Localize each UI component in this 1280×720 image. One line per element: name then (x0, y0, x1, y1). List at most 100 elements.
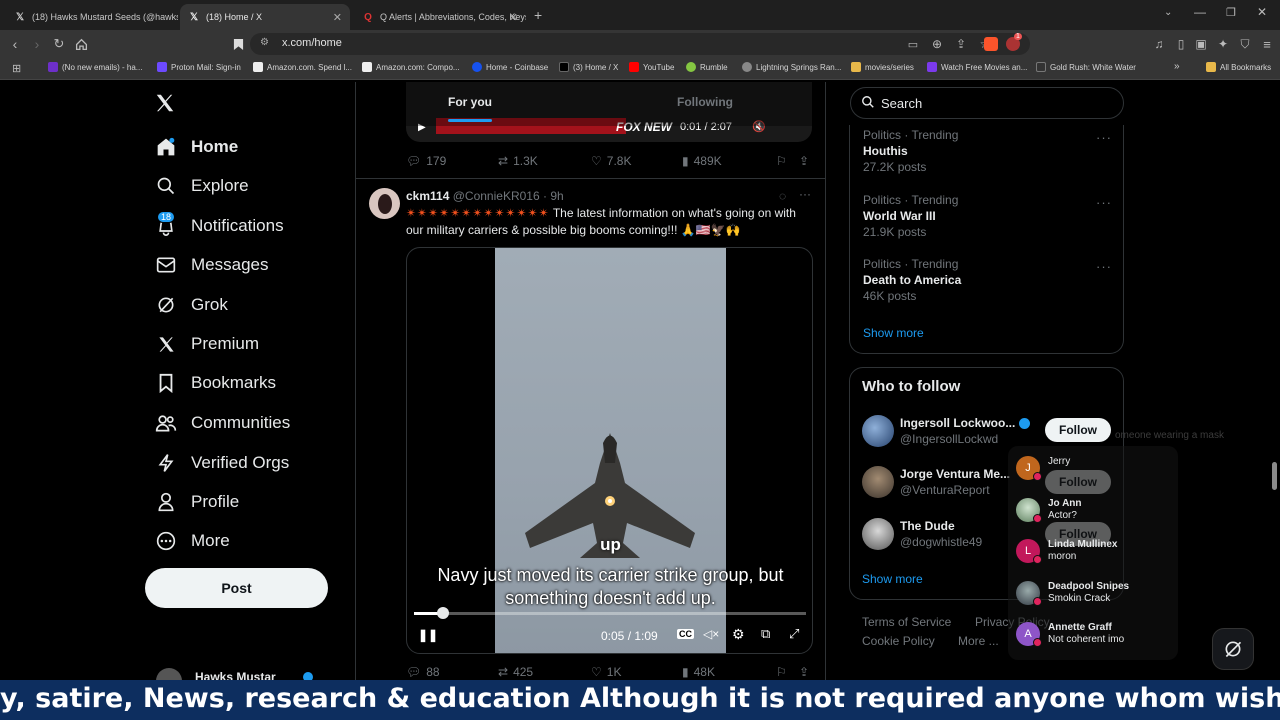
wallet-icon[interactable]: ▣ (1192, 35, 1210, 53)
bookmark-item[interactable]: Lightning Springs Ran... (742, 62, 841, 72)
tweet-video[interactable]: up Navy just moved its carrier strike gr… (406, 247, 813, 654)
pause-icon[interactable]: ❚❚ (418, 628, 438, 642)
bookmark-item[interactable]: Rumble (686, 62, 728, 72)
more-bookmarks-icon[interactable]: » (1174, 61, 1180, 72)
pip-icon[interactable]: ⧉ (761, 626, 770, 642)
reload-icon[interactable]: ↻ (50, 35, 68, 53)
browser-tab[interactable]: Q Q Alerts | Abbreviations, Codes, Keys … (354, 4, 526, 30)
sidebar-item-home[interactable]: Home (155, 132, 238, 162)
trend-item[interactable]: Politics · Trending Houthis 27.2K posts (863, 128, 958, 174)
leo-icon[interactable]: ✦ (1214, 35, 1232, 53)
follow-suggestion[interactable]: Jorge Ventura Me... @VenturaReport (862, 466, 1010, 498)
video-scrubber-handle[interactable] (437, 607, 450, 619)
view-count[interactable]: ▮ 489K (682, 154, 722, 168)
grok-icon[interactable]: ◌ (779, 189, 786, 203)
vpn-icon[interactable]: ⛉ (1236, 35, 1254, 53)
tab-following[interactable]: Following (677, 95, 733, 109)
music-icon[interactable]: ♫ (1150, 35, 1168, 53)
tab-search-icon[interactable]: ⌄ (1164, 7, 1172, 18)
x-logo-icon[interactable] (154, 92, 176, 119)
author-name[interactable]: ckm114 (406, 189, 449, 203)
tweet-time[interactable]: · 9h (543, 189, 564, 203)
sidebar-item-profile[interactable]: Profile (155, 487, 239, 517)
new-tab-icon[interactable]: + (534, 7, 542, 23)
minimize-icon[interactable]: — (1194, 5, 1206, 19)
search-input[interactable]: Search (850, 87, 1124, 119)
bookmark-tweet-icon[interactable]: ⚐ (776, 665, 787, 679)
bookmark-item[interactable]: Gold Rush: White Water (1036, 62, 1136, 72)
trend-item[interactable]: Politics · Trending World War III 21.9K … (863, 193, 958, 239)
show-more-trends[interactable]: Show more (863, 326, 924, 340)
footer-terms[interactable]: Terms of Service (862, 615, 951, 629)
reply-count[interactable]: 💬︎ 179 (406, 154, 446, 168)
home-browser-icon[interactable] (72, 35, 90, 53)
show-more-follow[interactable]: Show more (862, 572, 923, 586)
author-handle[interactable]: @ConnieKR016 (453, 189, 540, 203)
tab-for-you[interactable]: For you (448, 95, 492, 109)
bookmark-item[interactable]: (No new emails) - ha... (48, 62, 142, 72)
forward-icon[interactable]: › (28, 35, 46, 53)
sidebar-toggle-icon[interactable]: ▯ (1172, 35, 1190, 53)
fullscreen-icon[interactable]: ⤢ (789, 626, 799, 642)
bookmark-page-icon[interactable] (229, 35, 247, 53)
sidebar-item-bookmarks[interactable]: Bookmarks (155, 368, 276, 398)
bookmark-item[interactable]: Amazon.com. Spend l... (253, 62, 352, 72)
repost-count[interactable]: ⇄ 1.3K (498, 154, 538, 168)
zoom-icon[interactable]: ⊕ (928, 35, 946, 53)
share-icon[interactable]: ⇪ (952, 35, 970, 53)
follow-button[interactable]: Follow (1045, 418, 1111, 442)
bookmark-item[interactable]: Proton Mail: Sign-in (157, 62, 241, 72)
sidebar-item-notifications[interactable]: 18 Notifications (155, 211, 284, 241)
bookmark-item[interactable]: Watch Free Movies an... (927, 62, 1027, 72)
sidebar-item-premium[interactable]: Premium (155, 329, 259, 359)
back-icon[interactable]: ‹ (6, 35, 24, 53)
repost-count[interactable]: ⇄ 425 (498, 665, 533, 679)
sidebar-item-grok[interactable]: Grok (155, 290, 228, 320)
brave-shield-icon[interactable] (984, 37, 998, 51)
more-options-icon[interactable]: ··· (799, 187, 811, 201)
like-count[interactable]: ♡ 7.8K (591, 154, 631, 168)
more-options-icon[interactable]: ··· (1096, 259, 1112, 274)
close-window-icon[interactable]: ✕ (1257, 5, 1267, 19)
settings-icon[interactable]: ⚙ (732, 626, 745, 643)
site-info-icon[interactable]: ⚙ (260, 37, 269, 48)
bookmark-item[interactable]: (3) Home / X (559, 62, 618, 72)
sidebar-item-more[interactable]: More (155, 526, 230, 556)
bookmark-item[interactable]: movies/series (851, 62, 914, 72)
menu-icon[interactable]: ≡ (1258, 35, 1276, 53)
more-options-icon[interactable]: ··· (1096, 195, 1112, 210)
grok-button[interactable] (1212, 628, 1254, 670)
sidebar-item-explore[interactable]: Explore (155, 171, 249, 201)
share-tweet-icon[interactable]: ⇪ (799, 154, 809, 168)
more-options-icon[interactable]: ··· (1096, 130, 1112, 145)
captions-icon[interactable]: CC (677, 629, 694, 639)
cast-icon[interactable]: ▭ (904, 35, 922, 53)
avatar[interactable] (369, 188, 400, 219)
page-scrollbar[interactable] (1272, 462, 1277, 490)
bookmark-item[interactable]: Amazon.com: Compo... (362, 62, 460, 72)
apps-icon[interactable]: ⊞ (12, 62, 21, 75)
trend-item[interactable]: Politics · Trending Death to America 46K… (863, 257, 961, 303)
bookmark-item[interactable]: YouTube (629, 62, 674, 72)
close-tab-icon[interactable]: ✕ (333, 11, 342, 24)
share-tweet-icon[interactable]: ⇪ (799, 665, 809, 679)
video-progress-track[interactable] (414, 607, 806, 619)
mute-icon[interactable]: ◁× (703, 627, 719, 641)
restore-icon[interactable]: ❐ (1226, 6, 1236, 19)
bookmark-tweet-icon[interactable]: ⚐ (776, 154, 787, 168)
browser-tab-active[interactable]: 𝕏 (18) Home / X ✕ (180, 4, 350, 30)
view-count[interactable]: ▮ 48K (682, 665, 715, 679)
browser-tab[interactable]: 𝕏 (18) Hawks Mustard Seeds (@hawksmu (6, 4, 178, 30)
close-tab-icon[interactable]: ✕ (509, 11, 518, 24)
footer-more[interactable]: More ... (958, 634, 999, 648)
follow-suggestion[interactable]: The Dude @dogwhistle49 (862, 518, 982, 550)
post-button[interactable]: Post (145, 568, 328, 608)
sidebar-item-communities[interactable]: Communities (155, 408, 290, 438)
sidebar-item-messages[interactable]: Messages (155, 250, 268, 280)
sidebar-item-verified-orgs[interactable]: Verified Orgs (155, 448, 289, 478)
follow-suggestion[interactable]: Ingersoll Lockwoo... @IngersollLockwd (862, 415, 1030, 447)
all-bookmarks[interactable]: All Bookmarks (1206, 62, 1271, 72)
footer-cookie[interactable]: Cookie Policy (862, 634, 935, 648)
like-count[interactable]: ♡ 1K (591, 665, 621, 679)
reply-count[interactable]: 💬︎ 88 (406, 665, 440, 679)
